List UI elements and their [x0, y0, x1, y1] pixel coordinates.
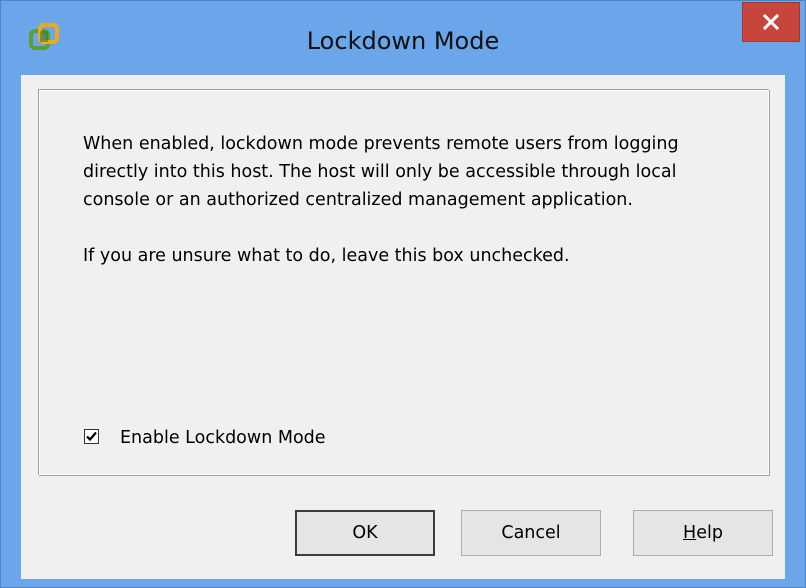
ok-button[interactable]: OK — [295, 510, 435, 556]
title-bar[interactable]: Lockdown Mode — [1, 1, 805, 75]
help-button[interactable]: Help — [633, 510, 773, 556]
close-icon — [763, 14, 779, 30]
enable-lockdown-label[interactable]: Enable Lockdown Mode — [120, 426, 326, 450]
enable-lockdown-checkbox[interactable] — [84, 429, 99, 444]
lockdown-mode-dialog: Lockdown Mode When enabled, lockdown mod… — [0, 0, 806, 588]
description-text: When enabled, lockdown mode prevents rem… — [83, 130, 763, 214]
description-line: directly into this host. The host will o… — [83, 162, 677, 182]
hint-text: If you are unsure what to do, leave this… — [83, 246, 570, 266]
help-label-rest: elp — [696, 523, 723, 543]
description-line: When enabled, lockdown mode prevents rem… — [83, 134, 679, 154]
vsphere-app-icon — [29, 23, 59, 53]
options-panel: When enabled, lockdown mode prevents rem… — [38, 89, 769, 475]
window-title: Lockdown Mode — [306, 27, 500, 55]
checkmark-icon — [86, 431, 97, 442]
description-line: console or an authorized centralized man… — [83, 190, 633, 210]
dialog-body: When enabled, lockdown mode prevents rem… — [21, 75, 785, 579]
cancel-button[interactable]: Cancel — [461, 510, 601, 556]
close-button[interactable] — [742, 2, 800, 42]
help-accelerator: H — [683, 523, 697, 543]
